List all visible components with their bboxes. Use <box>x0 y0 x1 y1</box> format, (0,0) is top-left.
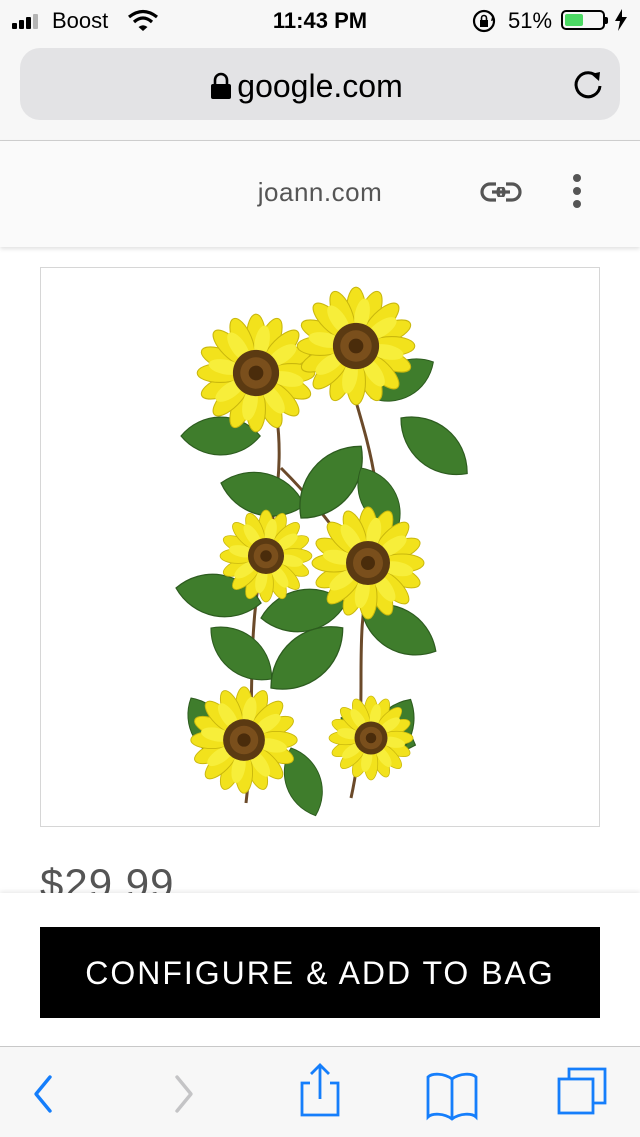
url-text: google.com <box>237 68 403 104</box>
reload-icon[interactable] <box>570 66 606 107</box>
cta-bar: CONFIGURE & ADD TO BAG <box>0 893 640 1046</box>
sunflower-garland-image <box>171 286 482 823</box>
site-header: joann.com <box>0 141 640 247</box>
bookmarks-icon[interactable] <box>412 1047 492 1137</box>
battery-percent: 51% <box>508 8 553 33</box>
battery-icon <box>561 10 608 30</box>
link-icon[interactable] <box>480 177 522 212</box>
status-bar: Boost 11:43 PM 51% <box>0 0 640 40</box>
rotation-lock-icon <box>471 8 497 40</box>
share-icon[interactable] <box>280 1047 360 1137</box>
product-image[interactable] <box>40 267 600 827</box>
browser-address-area: google.com <box>0 40 640 141</box>
address-bar[interactable]: google.com <box>20 48 620 120</box>
more-vertical-icon[interactable] <box>566 171 588 218</box>
forward-icon[interactable] <box>145 1047 225 1137</box>
tabs-icon[interactable] <box>543 1047 623 1137</box>
back-icon[interactable] <box>2 1047 82 1137</box>
browser-toolbar <box>0 1046 640 1137</box>
site-domain: joann.com <box>257 177 383 207</box>
charging-bolt-icon <box>614 9 628 37</box>
configure-add-to-bag-button[interactable]: CONFIGURE & ADD TO BAG <box>40 927 600 1018</box>
